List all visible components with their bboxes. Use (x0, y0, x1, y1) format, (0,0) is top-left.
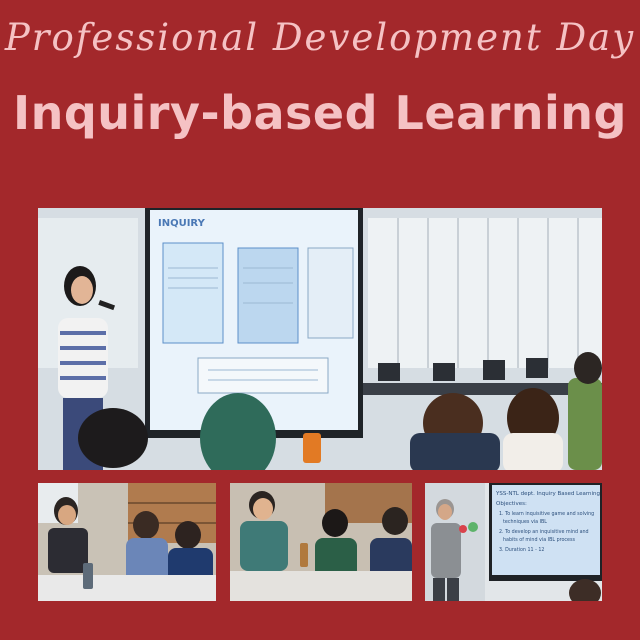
group-photo-middle (230, 483, 412, 601)
slide-title: YSS-NTL dept. Inquiry Based Learning (495, 491, 600, 497)
slide-line-3: 2. To develop an inquisitive mind and (499, 529, 589, 535)
slide-label: Objectives: (496, 501, 527, 507)
slide-heading: INQUIRY (158, 218, 206, 229)
presenter-photo-right-scene: YSS-NTL dept. Inquiry Based Learning Obj… (425, 483, 602, 601)
group-photo-left (38, 483, 216, 601)
event-subtitle: Professional Development Day (4, 16, 636, 59)
event-title: Inquiry-based Learning (13, 86, 627, 140)
main-photo-presentation: INQUIRY (38, 208, 602, 470)
slide-line-4: habits of mind via IBL process (503, 537, 575, 543)
slide-line-1: 1. To learn inquisitive game and solving (499, 511, 594, 517)
presenter-photo-right: YSS-NTL dept. Inquiry Based Learning Obj… (425, 483, 602, 601)
group-photo-middle-scene (230, 483, 412, 601)
header: Professional Development Day Inquiry-bas… (0, 0, 640, 200)
slide-line-5: 3. Duration 11 - 12 (499, 547, 544, 553)
group-photo-left-scene (38, 483, 216, 601)
main-photo-scene: INQUIRY (38, 208, 602, 470)
slide-line-2: techniques via IBL (503, 519, 547, 525)
